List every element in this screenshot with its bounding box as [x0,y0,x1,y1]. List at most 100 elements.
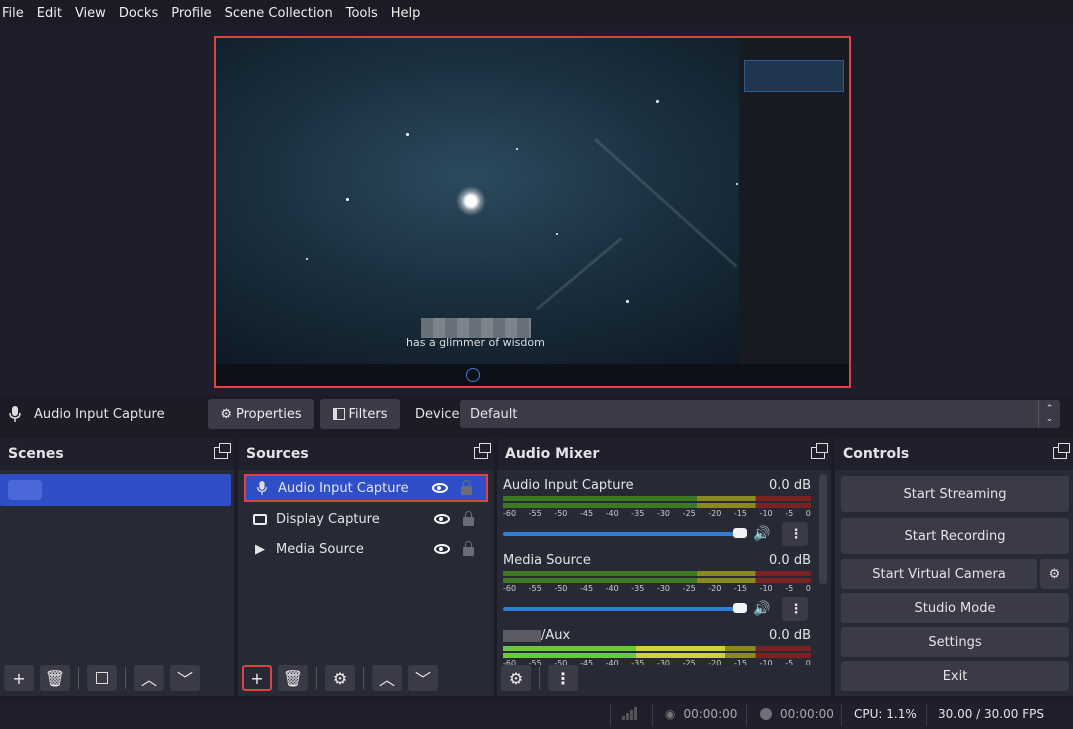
gear-icon: ⚙ [1048,566,1061,582]
gears-icon: ⚙ [508,668,524,688]
move-scene-up-button[interactable]: ︿ [134,665,164,691]
undock-icon[interactable] [474,443,491,459]
undock-icon[interactable] [214,443,231,459]
menu-edit[interactable]: Edit [37,6,62,21]
visibility-eye-icon[interactable] [434,514,450,524]
sources-dock: Sources Audio Input Capture Display Capt… [238,438,494,696]
filter-icon [96,672,108,684]
kebab-menu-icon: ⋮ [555,668,571,688]
gear-icon: ⚙ [332,668,348,688]
source-properties-bar: Audio Input Capture ⚙ Properties Filters … [0,398,1073,430]
undock-icon[interactable] [1053,443,1070,459]
trash-icon: 🗑 [44,668,66,688]
menu-profile[interactable]: Profile [171,6,211,21]
menu-tools[interactable]: Tools [346,6,378,21]
lock-icon[interactable] [463,511,474,526]
audio-mixer-header: Audio Mixer [497,438,831,470]
controls-header: Controls [835,438,1073,470]
more-options-button[interactable]: ⋮ [782,597,809,621]
mixer-channel: Audio Input Capture 0.0 dB -60 -55 -50 -45 -4… [503,478,811,546]
start-virtual-camera-button[interactable]: Start Virtual Camera [841,559,1037,589]
start-recording-button[interactable]: Start Recording [841,518,1069,554]
speaker-icon[interactable]: 🔊 [753,526,770,542]
volume-meter [503,578,811,583]
menu-file[interactable]: File [2,6,24,21]
source-item-display-capture[interactable]: Display Capture [244,505,488,533]
preview-caption: has a glimmer of wisdom [406,336,545,349]
broadcast-icon: ◉ [665,707,676,721]
menu-help[interactable]: Help [391,6,421,21]
trash-icon: 🗑 [282,668,304,688]
gear-icon: ⚙ [220,406,232,422]
volume-meter [503,646,811,651]
start-streaming-button[interactable]: Start Streaming [841,476,1069,512]
mixer-scrollbar[interactable] [819,474,827,584]
speaker-icon[interactable]: 🔊 [753,601,770,617]
settings-button[interactable]: Settings [841,627,1069,657]
microphone-icon [9,406,21,422]
volume-meter [503,571,811,576]
studio-mode-button[interactable]: Studio Mode [841,593,1069,623]
exit-button[interactable]: Exit [841,661,1069,691]
add-source-button[interactable]: + [242,665,272,691]
lock-icon[interactable] [461,480,472,495]
blurred-scene-name [8,480,42,500]
move-source-up-button[interactable]: ︿ [372,665,402,691]
filters-button[interactable]: Filters [320,399,400,429]
preview-streak [536,237,623,311]
add-scene-button[interactable]: + [4,665,34,691]
source-item-audio-input-capture[interactable]: Audio Input Capture [244,474,488,502]
selected-source-name: Audio Input Capture [34,406,165,422]
volume-slider-handle[interactable] [733,528,747,538]
remove-scene-button[interactable]: 🗑 [40,665,70,691]
volume-slider-handle[interactable] [733,603,747,613]
advanced-audio-properties-button[interactable]: ⚙ [501,665,531,691]
visibility-eye-icon[interactable] [432,483,448,493]
source-item-media-source[interactable]: ▶ Media Source [244,535,488,563]
volume-slider[interactable] [503,603,747,613]
program-preview[interactable]: has a glimmer of wisdom [214,36,851,388]
volume-meter [503,496,811,501]
meter-level [503,646,725,651]
properties-button[interactable]: ⚙ Properties [208,399,314,429]
fps-readout: 30.00 / 30.00 FPS [938,707,1044,721]
device-select[interactable]: Default ⌃ ⌄ [460,400,1060,428]
menu-docks[interactable]: Docks [119,6,158,21]
channel-name: Media Source [503,553,591,568]
device-select-value: Default [470,406,518,422]
more-options-button[interactable]: ⋮ [782,522,809,546]
microphone-icon [254,480,270,496]
blurred-text [503,629,541,642]
status-bar: ◉ 00:00:00 00:00:00 CPU: 1.1% 30.00 / 30.… [0,700,1073,729]
undock-icon[interactable] [811,443,828,459]
channel-name: Audio Input Capture [503,478,634,493]
blurred-text [421,318,531,338]
source-properties-button[interactable]: ⚙ [325,665,355,691]
filter-icon [332,408,345,420]
cpu-usage: CPU: 1.1% [854,707,917,721]
monitor-icon [252,513,268,525]
move-scene-down-button[interactable]: ﹀ [170,665,200,691]
mixer-menu-button[interactable]: ⋮ [548,665,578,691]
menu-bar: File Edit View Docks Profile Scene Colle… [0,0,1073,26]
channel-name: /Aux [503,628,570,643]
device-label: Device [415,406,460,422]
meter-ticks: -60 -55 -50 -45 -40 -35 -30 -25 -20 -15 -10 -5 0 [503,584,811,593]
record-status: 00:00:00 [760,707,834,721]
virtual-camera-settings-button[interactable]: ⚙ [1040,559,1069,589]
chevron-down-icon: ﹀ [176,670,193,689]
remove-source-button[interactable]: 🗑 [278,665,308,691]
controls-dock: Controls Start Streaming Start Recording… [835,438,1073,696]
sources-header: Sources [238,438,494,470]
volume-slider[interactable] [503,528,747,538]
scenes-toolbar: + 🗑 ︿ ﹀ [0,660,234,696]
scene-filters-button[interactable] [87,665,117,691]
lock-icon[interactable] [463,541,474,556]
menu-scene-collection[interactable]: Scene Collection [225,6,333,21]
scenes-dock: Scenes + 🗑 ︿ ﹀ [0,438,234,696]
scene-item-selected[interactable] [0,474,231,506]
mixer-toolbar: ⚙ ⋮ [497,660,831,696]
visibility-eye-icon[interactable] [434,544,450,554]
menu-view[interactable]: View [75,6,106,21]
move-source-down-button[interactable]: ﹀ [408,665,438,691]
